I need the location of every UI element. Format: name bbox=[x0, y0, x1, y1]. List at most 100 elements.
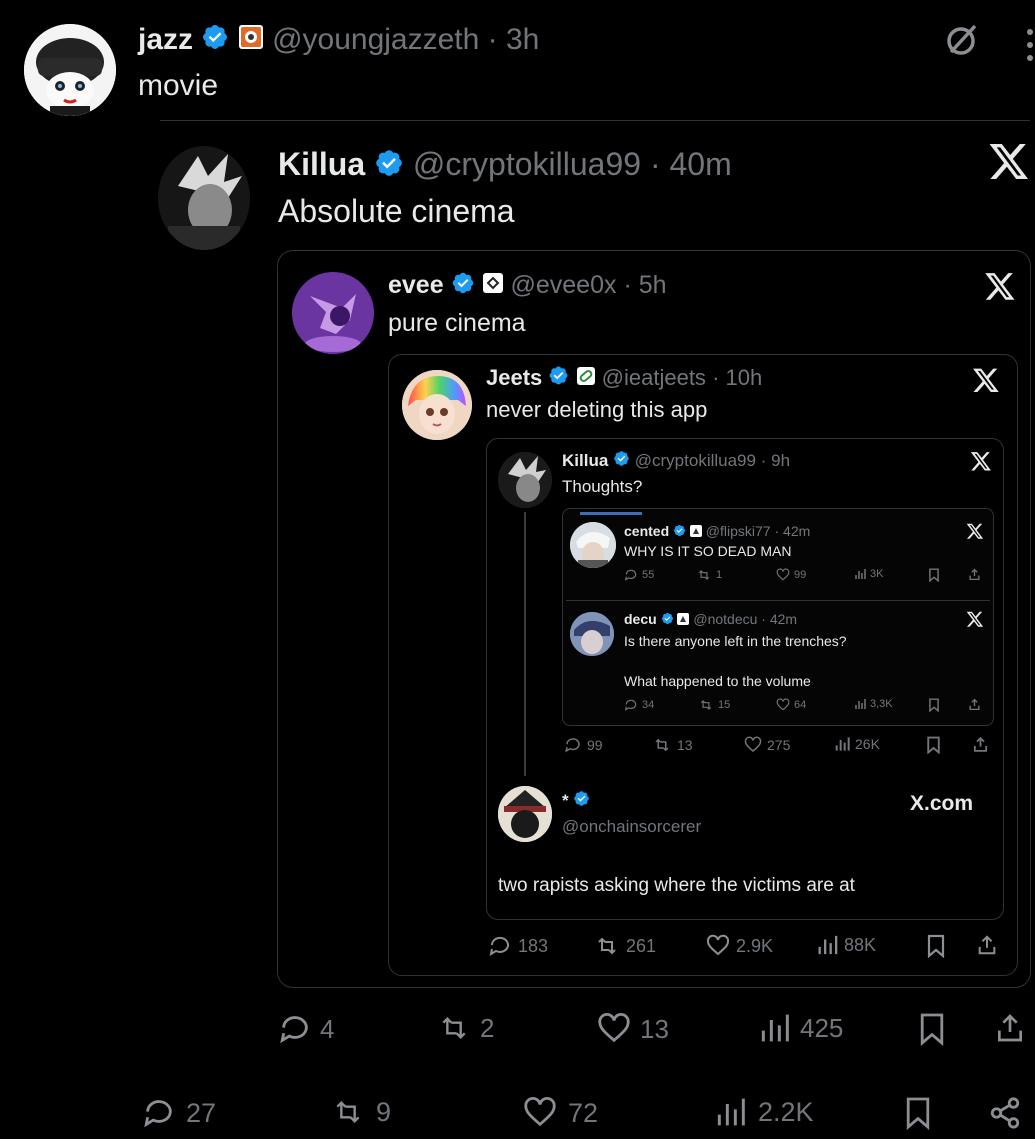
repost-button[interactable]: 9 bbox=[330, 1096, 391, 1128]
avatar-cented[interactable] bbox=[570, 522, 616, 568]
views-button[interactable]: 2.2K bbox=[714, 1096, 814, 1128]
more-options-icon[interactable] bbox=[1026, 28, 1034, 67]
like-button[interactable]: 13 bbox=[596, 1012, 669, 1046]
post-time[interactable]: 40m bbox=[669, 146, 731, 182]
reply-count: 34 bbox=[642, 699, 655, 711]
grok-icon[interactable] bbox=[944, 22, 980, 63]
like-button[interactable]: 72 bbox=[522, 1096, 598, 1130]
avatar-evee[interactable] bbox=[292, 272, 374, 354]
views-icon bbox=[855, 569, 866, 579]
views-button[interactable]: 26K bbox=[834, 736, 880, 752]
bookmark-icon bbox=[906, 1097, 930, 1130]
reply-button[interactable]: 183 bbox=[488, 934, 548, 958]
post-text: Absolute cinema bbox=[278, 193, 515, 229]
like-button[interactable]: 275 bbox=[744, 736, 790, 754]
post-time[interactable]: 42m bbox=[770, 611, 797, 627]
q2-header: evee @evee0x · 5h bbox=[388, 270, 667, 302]
progress-strip bbox=[580, 512, 642, 515]
author-handle[interactable]: @evee0x bbox=[510, 271, 616, 299]
share-button[interactable] bbox=[988, 1096, 1022, 1130]
repost-button[interactable]: 2 bbox=[436, 1012, 494, 1044]
author-handle[interactable]: @cryptokillua99 bbox=[635, 451, 756, 470]
repost-button[interactable]: 1 bbox=[696, 568, 722, 582]
author-handle[interactable]: @notdecu bbox=[693, 611, 757, 627]
post-time[interactable]: 10h bbox=[726, 365, 763, 390]
bookmark-button[interactable] bbox=[928, 568, 940, 582]
reply-header: * bbox=[562, 790, 590, 813]
author-handle[interactable]: @onchainsorcerer bbox=[562, 816, 701, 838]
affiliate-badge-icon bbox=[689, 523, 702, 541]
reply-button[interactable]: 99 bbox=[564, 736, 603, 754]
author-handle[interactable]: @cryptokillua99 bbox=[413, 146, 641, 182]
author-name[interactable]: cented bbox=[624, 523, 669, 539]
heart-icon bbox=[524, 1096, 556, 1127]
bookmark-button[interactable] bbox=[928, 698, 940, 712]
author-name[interactable]: jazz bbox=[138, 23, 193, 56]
like-button[interactable]: 2.9K bbox=[706, 934, 773, 958]
share-button[interactable] bbox=[976, 934, 998, 956]
share-button[interactable] bbox=[994, 1012, 1026, 1044]
x-logo-icon bbox=[972, 366, 1000, 398]
avatar-onchainsorcerer[interactable] bbox=[498, 786, 552, 842]
repost-button[interactable]: 261 bbox=[594, 934, 656, 958]
repost-count: 9 bbox=[376, 1096, 392, 1127]
repost-icon bbox=[336, 1100, 360, 1124]
reply-button[interactable]: 55 bbox=[624, 568, 654, 582]
avatar-jeets[interactable] bbox=[402, 370, 472, 440]
views-icon bbox=[855, 699, 866, 709]
repost-count: 1 bbox=[716, 569, 723, 581]
outer-actions: 27 9 72 2.2K bbox=[0, 1096, 1035, 1132]
post-time[interactable]: 42m bbox=[783, 523, 810, 539]
share-button[interactable] bbox=[968, 568, 981, 581]
author-handle[interactable]: @flipski77 bbox=[706, 523, 771, 539]
views-icon bbox=[818, 935, 838, 955]
repost-button[interactable]: 13 bbox=[652, 736, 693, 754]
author-handle[interactable]: @youngjazzeth bbox=[272, 23, 479, 56]
like-count: 72 bbox=[568, 1097, 599, 1128]
avatar-killua[interactable] bbox=[158, 146, 250, 250]
reply-button[interactable]: 34 bbox=[624, 698, 654, 712]
author-handle[interactable]: @ieatjeets bbox=[602, 365, 706, 390]
author-name[interactable]: Jeets bbox=[486, 365, 542, 390]
author-name[interactable]: decu bbox=[624, 611, 657, 627]
avatar-killua-small[interactable] bbox=[498, 452, 552, 508]
views-icon bbox=[761, 1014, 789, 1042]
views-count: 3,3K bbox=[870, 698, 893, 710]
share-button[interactable] bbox=[972, 736, 989, 753]
x-logo-icon bbox=[970, 450, 992, 476]
post-time[interactable]: 3h bbox=[506, 23, 539, 56]
verified-badge-icon bbox=[613, 450, 630, 473]
views-count: 3K bbox=[870, 568, 884, 580]
views-button[interactable]: 425 bbox=[758, 1012, 843, 1044]
reply-icon bbox=[624, 569, 637, 581]
share-button[interactable] bbox=[968, 698, 981, 711]
bookmark-button[interactable] bbox=[918, 1012, 946, 1046]
reply-button[interactable]: 27 bbox=[142, 1096, 216, 1130]
bookmark-button[interactable] bbox=[926, 736, 941, 754]
author-name[interactable]: evee bbox=[388, 271, 444, 299]
avatar-jazz[interactable] bbox=[24, 24, 116, 116]
bookmark-button[interactable] bbox=[926, 934, 946, 958]
views-button[interactable]: 3,3K bbox=[854, 698, 893, 710]
author-name[interactable]: Killua bbox=[278, 146, 365, 182]
like-button[interactable]: 64 bbox=[776, 698, 806, 712]
affiliate-badge-icon bbox=[238, 23, 264, 59]
repost-button[interactable]: 15 bbox=[698, 698, 730, 712]
post-time[interactable]: 5h bbox=[639, 271, 667, 299]
separator: · bbox=[774, 523, 780, 539]
author-name[interactable]: Killua bbox=[562, 451, 608, 470]
author-name[interactable]: * bbox=[562, 791, 569, 810]
reply-icon bbox=[280, 1016, 308, 1044]
reply-button[interactable]: 4 bbox=[278, 1012, 334, 1046]
reply-count: 4 bbox=[320, 1013, 335, 1044]
views-button[interactable]: 88K bbox=[816, 934, 876, 956]
post-time[interactable]: 9h bbox=[771, 451, 790, 470]
reply-count: 27 bbox=[186, 1097, 217, 1128]
bookmark-button[interactable] bbox=[904, 1096, 932, 1130]
repost-icon bbox=[698, 570, 710, 580]
q6-actions: 34 15 64 3,3K bbox=[0, 698, 1035, 718]
avatar-decu[interactable] bbox=[570, 612, 614, 656]
views-button[interactable]: 3K bbox=[854, 568, 883, 580]
like-button[interactable]: 99 bbox=[776, 568, 806, 582]
post-text: Thoughts? bbox=[562, 477, 643, 496]
